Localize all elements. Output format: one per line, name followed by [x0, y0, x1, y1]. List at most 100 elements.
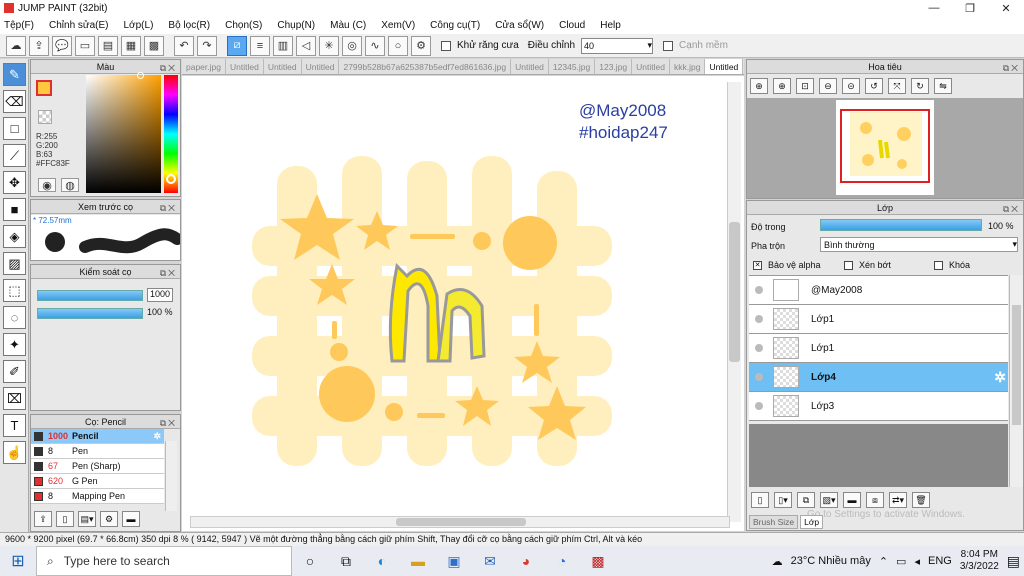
navigator-thumbnail[interactable]	[836, 100, 934, 195]
mail-icon[interactable]: ✉	[472, 546, 508, 576]
rotate-left-icon[interactable]: ↺	[865, 78, 883, 94]
grid-icon[interactable]: ▩	[144, 35, 164, 56]
fill-rect-tool-icon[interactable]: ■	[3, 198, 26, 221]
hand-tool-icon[interactable]: ☝	[3, 441, 26, 464]
layer-visibility-icon[interactable]	[755, 373, 763, 381]
zoom-fit-icon[interactable]: ⊕	[750, 78, 768, 94]
chrome-icon[interactable]: ◕	[508, 546, 544, 576]
lock-checkbox[interactable]	[934, 261, 943, 271]
layer-opacity-slider[interactable]	[820, 219, 982, 231]
layer-copy-icon[interactable]: ⧉	[797, 492, 815, 508]
tab-document[interactable]: 12345.jpg	[549, 59, 596, 74]
network-icon[interactable]: ▭	[896, 555, 906, 568]
gear-icon[interactable]: ⚙	[411, 35, 431, 56]
adjust-select[interactable]: 40 ▾	[581, 37, 654, 54]
tab-document[interactable]: Untitled	[226, 59, 264, 74]
tab-document[interactable]: paper.jpg	[182, 59, 226, 74]
zoom-reset-icon[interactable]: ⊝	[842, 78, 860, 94]
menu-view[interactable]: Xem(V)	[381, 20, 415, 31]
brush-upload-icon[interactable]: ⇪	[34, 511, 52, 527]
tab-document[interactable]: Untitled	[302, 59, 340, 74]
vertical-scroll-thumb[interactable]	[729, 222, 740, 362]
primary-color-swatch[interactable]	[36, 80, 52, 96]
canvas-vertical-scrollbar[interactable]	[727, 82, 741, 522]
menu-layer[interactable]: Lớp(L)	[124, 20, 154, 31]
layer-merge-icon[interactable]: ⧈	[866, 492, 884, 508]
horizontal-scroll-thumb[interactable]	[396, 518, 526, 526]
bucket-tool-icon[interactable]: ◈	[3, 225, 26, 248]
drawing-canvas[interactable]: @May2008 #hoidap247	[182, 76, 744, 531]
panel-float-icon[interactable]: ⧉✕	[160, 201, 177, 215]
tab-document[interactable]: kkk.jpg	[670, 59, 706, 74]
hue-cursor[interactable]	[166, 174, 176, 184]
gear-icon[interactable]: ✲	[994, 369, 1006, 386]
picker-cursor[interactable]	[137, 72, 144, 79]
tab-document-active[interactable]: Untitled	[705, 59, 744, 74]
menu-tools[interactable]: Công cụ(T)	[430, 20, 480, 31]
brush-list-scrollbar[interactable]	[165, 441, 177, 511]
select-eraser-tool-icon[interactable]: ⌧	[3, 387, 26, 410]
layer-scroll-thumb[interactable]	[1012, 305, 1021, 425]
menu-select[interactable]: Chọn(S)	[225, 20, 262, 31]
new-layer-icon[interactable]: ▯	[751, 492, 769, 508]
cloud-icon[interactable]: ☁	[6, 35, 26, 56]
protect-alpha-checkbox[interactable]: ✕	[753, 261, 762, 271]
message-icon[interactable]: ▭	[75, 35, 95, 56]
panel-float-icon[interactable]: ⧉✕	[1003, 202, 1020, 216]
zoom-actual-icon[interactable]: ⊡	[796, 78, 814, 94]
curve-icon[interactable]: ∿	[365, 35, 385, 56]
parallel-lines-icon[interactable]: ≡	[250, 35, 270, 56]
blend-mode-select[interactable]: Bình thường ▾	[820, 237, 1018, 252]
menu-edit[interactable]: Chỉnh sửa(E)	[49, 20, 109, 31]
volume-icon[interactable]: ◂	[914, 555, 920, 568]
circle-icon[interactable]: ○	[388, 35, 408, 56]
menu-cloud[interactable]: Cloud	[559, 20, 585, 31]
task-view-icon[interactable]: ⧉	[328, 546, 364, 576]
brush-settings-icon[interactable]: ⚙	[100, 511, 118, 527]
layer-visibility-icon[interactable]	[755, 344, 763, 352]
maximize-button[interactable]: ❐	[952, 2, 988, 15]
protect-alpha-option[interactable]: ✕ Bảo vệ alpha	[753, 260, 821, 271]
tab-document[interactable]: 123.jpg	[595, 59, 633, 74]
edge-icon[interactable]: ◐	[364, 546, 400, 576]
layer-row[interactable]: Lớp3	[749, 392, 1008, 421]
store-icon[interactable]: ▣	[436, 546, 472, 576]
eyedropper-icon[interactable]: ◉	[38, 178, 56, 192]
new-brush-icon[interactable]: ▯	[56, 511, 74, 527]
brush-opacity-slider[interactable]	[37, 308, 143, 319]
brush-menu-icon[interactable]: ▤▾	[78, 511, 96, 527]
perspective-icon[interactable]: ◁	[296, 35, 316, 56]
language-indicator[interactable]: ENG	[928, 555, 952, 567]
undo-icon[interactable]: ↶	[174, 35, 194, 56]
pen-tool-icon[interactable]: ✎	[3, 63, 26, 86]
layer-visibility-icon[interactable]	[755, 315, 763, 323]
line-tool-icon[interactable]: ⟋	[3, 144, 26, 167]
tab-document[interactable]: 2799b528b67a625387b5edf7ed861636.jpg	[339, 59, 512, 74]
lasso-tool-icon[interactable]: ◌	[3, 306, 26, 329]
magic-wand-tool-icon[interactable]: ✦	[3, 333, 26, 356]
list-item[interactable]: 1000 Pencil ✲	[31, 429, 164, 444]
palette-icon[interactable]: ◍	[61, 178, 79, 192]
lock-option[interactable]: Khóa	[934, 260, 970, 271]
redo-icon[interactable]: ↷	[197, 35, 217, 56]
move-tool-icon[interactable]: ✥	[3, 171, 26, 194]
menu-window[interactable]: Cửa sổ(W)	[495, 20, 544, 31]
document-icon[interactable]: ▤	[98, 35, 118, 56]
delete-layer-icon[interactable]: 🗑	[912, 492, 930, 508]
layer-row[interactable]: Lớp1	[749, 334, 1008, 363]
panel-float-icon[interactable]: ⧉✕	[160, 266, 177, 280]
menu-help[interactable]: Help	[600, 20, 621, 31]
text-tool-icon[interactable]: T	[3, 414, 26, 437]
list-item[interactable]: 620 G Pen	[31, 474, 164, 489]
radial-icon[interactable]: ✳	[319, 35, 339, 56]
brush-folder-icon[interactable]: ▬	[122, 511, 140, 527]
tab-document[interactable]: Untitled	[632, 59, 670, 74]
panel-float-icon[interactable]: ⧉✕	[160, 416, 177, 430]
layer-row[interactable]: @May2008	[749, 276, 1008, 305]
select-rect-tool-icon[interactable]: ⬚	[3, 279, 26, 302]
hatch-icon[interactable]: ▥	[273, 35, 293, 56]
menu-file[interactable]: Tệp(F)	[4, 20, 34, 31]
brush-size-input[interactable]: 1000	[147, 288, 173, 302]
weather-text[interactable]: 23°C Nhiều mây	[791, 555, 871, 567]
layer-visibility-icon[interactable]	[755, 402, 763, 410]
